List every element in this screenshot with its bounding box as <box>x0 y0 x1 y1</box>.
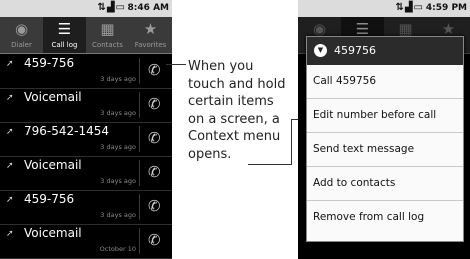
divider <box>139 92 140 118</box>
tab-call-log[interactable]: ☰ Call log <box>43 17 86 53</box>
outgoing-call-icon: ➚ <box>6 229 14 239</box>
status-time: 4:59 PM <box>425 3 467 13</box>
menu-item-remove-from-log[interactable]: Remove from call log <box>307 201 463 234</box>
call-log-row[interactable]: ➚ Voicemail 3 days ago ✆ <box>0 156 172 191</box>
call-icon[interactable]: ✆ <box>148 197 161 215</box>
call-date: 3 days ago <box>100 109 136 117</box>
status-time: 8:46 AM <box>127 3 169 13</box>
divider <box>139 58 140 84</box>
call-date: 3 days ago <box>100 211 136 219</box>
call-date: 3 days ago <box>100 75 136 83</box>
signal-icon: ▟ <box>106 2 116 13</box>
tab-label: Dialer <box>11 41 32 49</box>
outgoing-call-icon: ➚ <box>6 161 14 171</box>
call-icon[interactable]: ✆ <box>148 61 161 79</box>
chevron-down-icon: ▼ <box>314 44 327 57</box>
status-icons: ⇅▟▭ <box>97 2 126 13</box>
callout-connector <box>291 119 292 165</box>
divider <box>139 126 140 152</box>
call-icon[interactable]: ✆ <box>148 129 161 147</box>
tab-label: Call log <box>51 41 78 49</box>
menu-item-label: Remove from call log <box>313 211 425 223</box>
contacts-icon: ▦ <box>100 20 115 38</box>
menu-item-send-text[interactable]: Send text message <box>307 133 463 167</box>
menu-item-label: Call 459756 <box>313 75 377 87</box>
call-name: Voicemail <box>24 90 82 104</box>
callout-connector <box>166 64 186 65</box>
tab-label: Favorites <box>134 41 167 49</box>
call-log-row[interactable]: ➚ 459-756 3 days ago ✆ <box>0 190 172 225</box>
call-name: Voicemail <box>24 158 82 172</box>
context-menu-title: ▼ 459756 <box>307 37 463 65</box>
call-name: 459-756 <box>24 192 75 206</box>
divider <box>139 228 140 254</box>
phone-call-log-screen: ⇅▟▭ 8:46 AM ◉ Dialer ☰ Call log ▦ Contac… <box>0 0 172 259</box>
call-icon[interactable]: ✆ <box>148 231 161 249</box>
context-menu-title-text: 459756 <box>334 44 376 57</box>
call-name: Voicemail <box>24 226 82 240</box>
call-date: October 10 <box>99 245 136 253</box>
call-date: 3 days ago <box>100 177 136 185</box>
dialer-icon: ◉ <box>14 20 29 38</box>
tab-label: Contacts <box>92 41 123 49</box>
menu-item-label: Add to contacts <box>313 177 396 189</box>
divider <box>139 194 140 220</box>
menu-item-call[interactable]: Call 459756 <box>307 65 463 99</box>
call-icon[interactable]: ✆ <box>148 163 161 181</box>
tab-bar: ◉ Dialer ☰ Call log ▦ Contacts ★ Favorit… <box>0 17 172 54</box>
star-icon: ★ <box>143 20 158 38</box>
status-icons: ⇅▟▭ <box>395 2 424 13</box>
signal-icon: ▟ <box>404 2 414 13</box>
callout-text: When you touch and hold certain items on… <box>188 59 286 162</box>
status-bar: ⇅▟▭ 8:46 AM <box>0 0 172 17</box>
call-name: 459-756 <box>24 56 75 70</box>
battery-icon: ▭ <box>115 2 126 13</box>
call-log-row[interactable]: ➚ 459-756 3 days ago ✆ <box>0 54 172 89</box>
call-name: 796-542-1454 <box>24 124 110 138</box>
call-log-row[interactable]: ➚ Voicemail 3 days ago ✆ <box>0 88 172 123</box>
outgoing-call-icon: ➚ <box>6 195 14 205</box>
tab-dialer[interactable]: ◉ Dialer <box>0 17 43 53</box>
call-log-row[interactable]: ➚ 796-542-1454 3 days ago ✆ <box>0 122 172 157</box>
sync-icon: ⇅ <box>395 2 405 13</box>
call-log-row[interactable]: ➚ Voicemail October 10 ✆ <box>0 224 172 259</box>
divider <box>139 160 140 186</box>
call-icon[interactable]: ✆ <box>148 95 161 113</box>
menu-item-edit-number[interactable]: Edit number before call <box>307 99 463 133</box>
outgoing-call-icon: ➚ <box>6 59 14 69</box>
call-date: 3 days ago <box>100 143 136 151</box>
call-log-icon: ☰ <box>57 20 72 38</box>
tab-favorites[interactable]: ★ Favorites <box>129 17 172 53</box>
status-bar: ⇅▟▭ 4:59 PM <box>298 0 470 17</box>
menu-item-label: Edit number before call <box>313 109 437 121</box>
callout-connector <box>248 164 292 165</box>
sync-icon: ⇅ <box>97 2 107 13</box>
context-menu: ▼ 459756 Call 459756 Edit number before … <box>306 36 464 242</box>
battery-icon: ▭ <box>413 2 424 13</box>
outgoing-call-icon: ➚ <box>6 93 14 103</box>
phone-context-menu-screen: ⇅▟▭ 4:59 PM ◉ ☰ ▦ ★ ▼ 459756 Call 459756… <box>298 0 470 259</box>
menu-item-add-contact[interactable]: Add to contacts <box>307 167 463 201</box>
tab-contacts[interactable]: ▦ Contacts <box>86 17 129 53</box>
outgoing-call-icon: ➚ <box>6 127 14 137</box>
menu-item-label: Send text message <box>313 143 415 155</box>
